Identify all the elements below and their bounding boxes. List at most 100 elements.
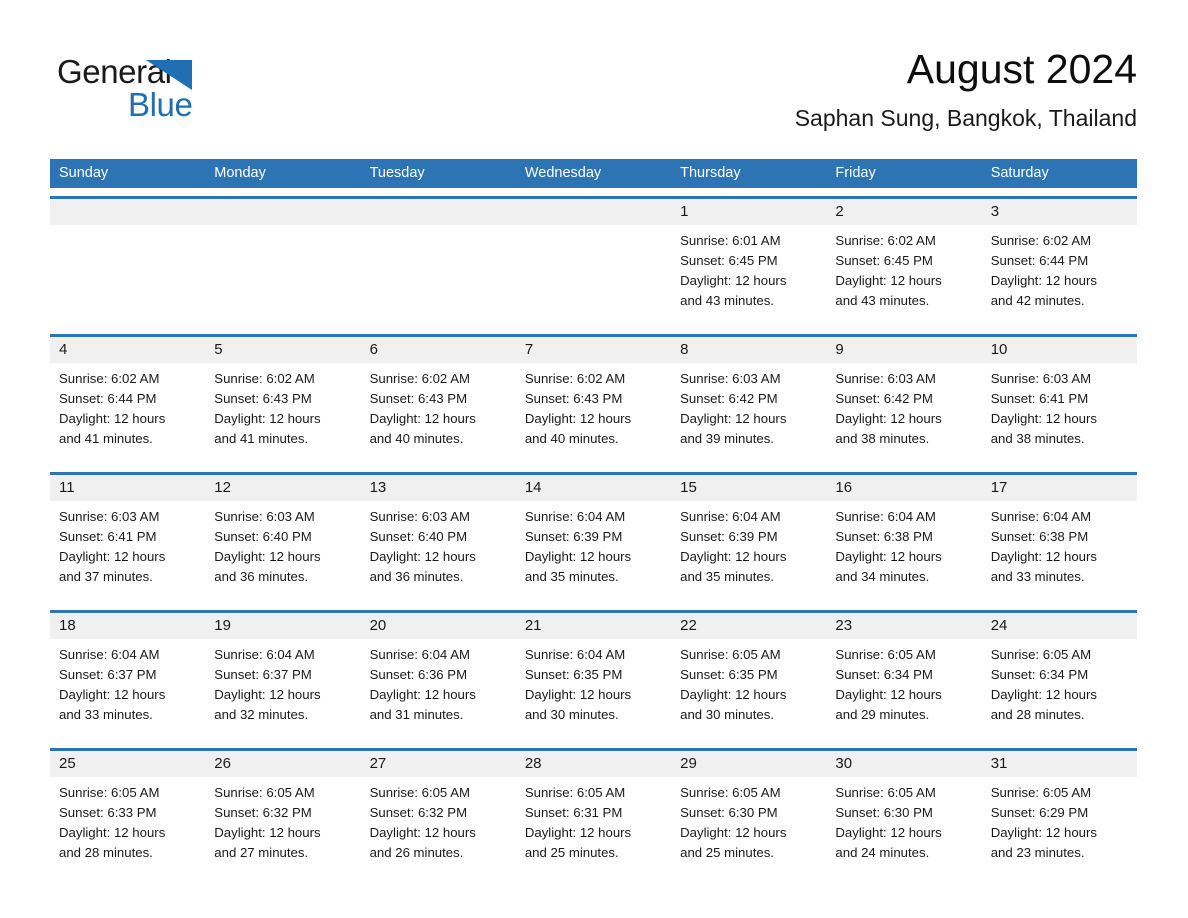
day-cell[interactable]: Sunrise: 6:02 AM Sunset: 6:45 PM Dayligh… xyxy=(826,225,981,326)
day-cell[interactable]: Sunrise: 6:02 AM Sunset: 6:43 PM Dayligh… xyxy=(361,363,516,464)
day-number: 7 xyxy=(524,341,534,358)
day-cell[interactable]: Sunrise: 6:02 AM Sunset: 6:43 PM Dayligh… xyxy=(516,363,671,464)
week-row: 25 26 27 28 29 30 31 Sunrise: 6:05 AM Su… xyxy=(50,748,1137,878)
day-cell[interactable]: Sunrise: 6:03 AM Sunset: 6:41 PM Dayligh… xyxy=(50,501,205,602)
day-cell[interactable]: Sunrise: 6:05 AM Sunset: 6:32 PM Dayligh… xyxy=(205,777,360,878)
day-cell[interactable]: Sunrise: 6:03 AM Sunset: 6:40 PM Dayligh… xyxy=(361,501,516,602)
day-detail-band: Sunrise: 6:03 AM Sunset: 6:41 PM Dayligh… xyxy=(50,501,1137,602)
daylight-text-line1: Daylight: 12 hours xyxy=(369,549,476,564)
daylight-text-line1: Daylight: 12 hours xyxy=(59,825,166,840)
daylight-text-line2: and 35 minutes. xyxy=(524,569,619,584)
day-number: 30 xyxy=(835,755,853,772)
day-cell[interactable]: Sunrise: 6:05 AM Sunset: 6:29 PM Dayligh… xyxy=(982,777,1137,878)
day-number: 8 xyxy=(680,341,689,358)
day-cell[interactable]: Sunrise: 6:05 AM Sunset: 6:35 PM Dayligh… xyxy=(671,639,826,740)
day-cell[interactable]: Sunrise: 6:04 AM Sunset: 6:35 PM Dayligh… xyxy=(516,639,671,740)
daylight-text-line2: and 39 minutes. xyxy=(680,431,774,446)
day-cell[interactable]: Sunrise: 6:04 AM Sunset: 6:39 PM Dayligh… xyxy=(516,501,671,602)
day-cell[interactable]: Sunrise: 6:02 AM Sunset: 6:44 PM Dayligh… xyxy=(50,363,205,464)
daylight-text-line2: and 43 minutes. xyxy=(680,293,774,308)
daylight-text-line1: Daylight: 12 hours xyxy=(990,411,1097,426)
day-cell[interactable] xyxy=(50,225,205,326)
day-number: 6 xyxy=(369,341,378,358)
daylight-text-line2: and 40 minutes. xyxy=(524,431,619,446)
sunset-text: Sunset: 6:34 PM xyxy=(990,667,1089,682)
daylight-text-line2: and 36 minutes. xyxy=(214,569,309,584)
daylight-text-line2: and 35 minutes. xyxy=(680,569,774,584)
daylight-text-line2: and 41 minutes. xyxy=(214,431,309,446)
weekday-header-friday: Friday xyxy=(835,165,876,181)
day-cell[interactable]: Sunrise: 6:05 AM Sunset: 6:34 PM Dayligh… xyxy=(982,639,1137,740)
day-cell[interactable]: Sunrise: 6:02 AM Sunset: 6:44 PM Dayligh… xyxy=(982,225,1137,326)
day-cell[interactable] xyxy=(516,225,671,326)
day-cell[interactable]: Sunrise: 6:02 AM Sunset: 6:43 PM Dayligh… xyxy=(205,363,360,464)
day-number: 15 xyxy=(680,479,697,496)
sunset-text: Sunset: 6:42 PM xyxy=(680,391,778,406)
day-number: 12 xyxy=(214,479,231,496)
daylight-text-line2: and 28 minutes. xyxy=(990,707,1085,722)
day-cell[interactable]: Sunrise: 6:04 AM Sunset: 6:38 PM Dayligh… xyxy=(826,501,981,602)
weekday-header-monday: Monday xyxy=(214,165,266,181)
general-blue-logo[interactable]: General Blue xyxy=(57,52,257,123)
sunset-text: Sunset: 6:44 PM xyxy=(990,253,1089,268)
day-cell[interactable]: Sunrise: 6:03 AM Sunset: 6:41 PM Dayligh… xyxy=(982,363,1137,464)
sunset-text: Sunset: 6:31 PM xyxy=(524,805,623,820)
sunrise-text: Sunrise: 6:05 AM xyxy=(524,785,626,800)
day-cell[interactable]: Sunrise: 6:05 AM Sunset: 6:31 PM Dayligh… xyxy=(516,777,671,878)
sunrise-text: Sunrise: 6:05 AM xyxy=(214,785,315,800)
day-cell[interactable]: Sunrise: 6:05 AM Sunset: 6:34 PM Dayligh… xyxy=(826,639,981,740)
sunset-text: Sunset: 6:32 PM xyxy=(214,805,312,820)
daylight-text-line2: and 32 minutes. xyxy=(214,707,309,722)
day-cell[interactable] xyxy=(361,225,516,326)
daylight-text-line2: and 30 minutes. xyxy=(680,707,774,722)
day-cell[interactable]: Sunrise: 6:03 AM Sunset: 6:42 PM Dayligh… xyxy=(671,363,826,464)
daylight-text-line2: and 25 minutes. xyxy=(680,845,774,860)
day-cell[interactable]: Sunrise: 6:05 AM Sunset: 6:32 PM Dayligh… xyxy=(361,777,516,878)
daylight-text-line2: and 38 minutes. xyxy=(990,431,1085,446)
daylight-text-line1: Daylight: 12 hours xyxy=(214,825,321,840)
sunrise-text: Sunrise: 6:05 AM xyxy=(369,785,470,800)
day-number: 22 xyxy=(680,617,697,634)
sunset-text: Sunset: 6:30 PM xyxy=(680,805,778,820)
sunset-text: Sunset: 6:35 PM xyxy=(680,667,778,682)
calendar-table: Sunday Monday Tuesday Wednesday Thursday… xyxy=(50,159,1137,878)
day-cell[interactable]: Sunrise: 6:04 AM Sunset: 6:37 PM Dayligh… xyxy=(50,639,205,740)
daylight-text-line1: Daylight: 12 hours xyxy=(524,825,632,840)
sunrise-text: Sunrise: 6:05 AM xyxy=(680,785,781,800)
day-number: 29 xyxy=(680,755,697,772)
daylight-text-line1: Daylight: 12 hours xyxy=(680,549,787,564)
day-cell[interactable]: Sunrise: 6:05 AM Sunset: 6:33 PM Dayligh… xyxy=(50,777,205,878)
daylight-text-line2: and 31 minutes. xyxy=(369,707,464,722)
daylight-text-line2: and 37 minutes. xyxy=(59,569,153,584)
day-cell[interactable]: Sunrise: 6:04 AM Sunset: 6:39 PM Dayligh… xyxy=(671,501,826,602)
day-cell[interactable]: Sunrise: 6:03 AM Sunset: 6:40 PM Dayligh… xyxy=(205,501,360,602)
day-cell[interactable]: Sunrise: 6:05 AM Sunset: 6:30 PM Dayligh… xyxy=(826,777,981,878)
day-number: 25 xyxy=(59,755,76,772)
location-subtitle: Saphan Sung, Bangkok, Thailand xyxy=(794,105,1137,131)
day-number: 18 xyxy=(59,617,76,634)
day-number: 2 xyxy=(835,203,844,220)
day-cell[interactable] xyxy=(205,225,360,326)
sunrise-text: Sunrise: 6:02 AM xyxy=(214,371,315,386)
day-cell[interactable]: Sunrise: 6:05 AM Sunset: 6:30 PM Dayligh… xyxy=(671,777,826,878)
day-number: 23 xyxy=(835,617,853,634)
sunrise-text: Sunrise: 6:05 AM xyxy=(835,647,936,662)
day-cell[interactable]: Sunrise: 6:04 AM Sunset: 6:36 PM Dayligh… xyxy=(361,639,516,740)
day-number: 17 xyxy=(990,479,1008,496)
title-block: August 2024 Saphan Sung, Bangkok, Thaila… xyxy=(795,44,1137,132)
daylight-text-line2: and 42 minutes. xyxy=(990,293,1085,308)
sunset-text: Sunset: 6:44 PM xyxy=(59,391,157,406)
daylight-text-line2: and 40 minutes. xyxy=(369,431,464,446)
daylight-text-line1: Daylight: 12 hours xyxy=(59,687,166,702)
daylight-text-line2: and 28 minutes. xyxy=(59,845,153,860)
day-cell[interactable]: Sunrise: 6:01 AM Sunset: 6:45 PM Dayligh… xyxy=(671,225,826,326)
day-number xyxy=(361,199,516,225)
day-cell[interactable]: Sunrise: 6:03 AM Sunset: 6:42 PM Dayligh… xyxy=(826,363,981,464)
weekday-header-saturday: Saturday xyxy=(990,165,1049,181)
day-cell[interactable]: Sunrise: 6:04 AM Sunset: 6:37 PM Dayligh… xyxy=(205,639,360,740)
sunrise-text: Sunrise: 6:02 AM xyxy=(835,233,936,248)
sunset-text: Sunset: 6:34 PM xyxy=(835,667,933,682)
day-cell[interactable]: Sunrise: 6:04 AM Sunset: 6:38 PM Dayligh… xyxy=(982,501,1137,602)
calendar-page: General Blue August 2024 Saphan Sung, Ba… xyxy=(0,0,1188,918)
day-number xyxy=(50,199,205,225)
